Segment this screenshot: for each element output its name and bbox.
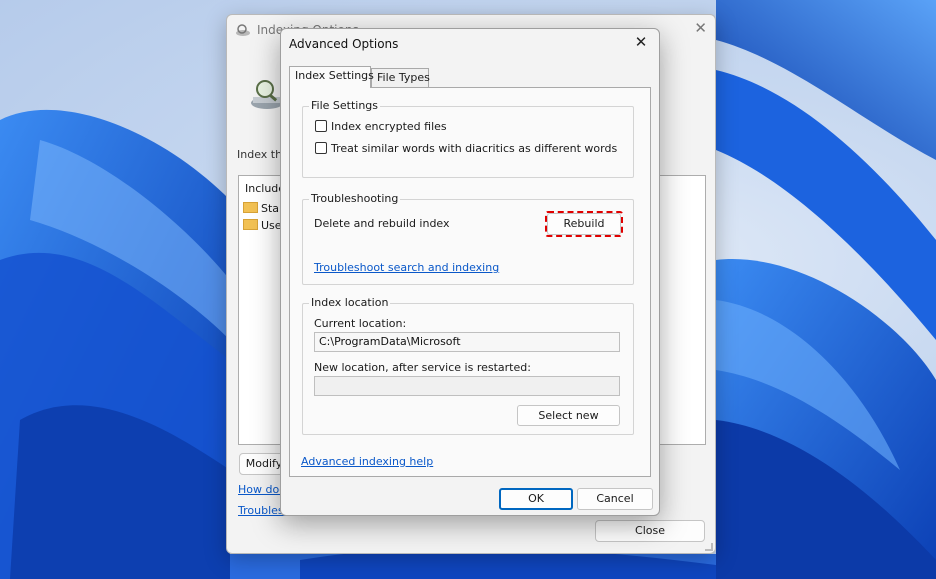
resize-grip[interactable] [705,543,713,551]
index-encrypted-files-checkbox[interactable] [315,120,327,132]
advanced-options-dialog: Advanced Options ✕ Index Settings File T… [280,28,660,516]
file-settings-group: File Settings Index encrypted files Trea… [302,99,634,178]
diacritics-option[interactable]: Treat similar words with diacritics as d… [315,142,617,155]
dialog-title: Advanced Options [289,37,399,51]
indexing-options-icon [236,24,250,36]
diacritics-checkbox[interactable] [315,142,327,154]
current-location-field[interactable]: C:\ProgramData\Microsoft [314,332,620,352]
folder-icon [243,219,258,230]
index-settings-panel: File Settings Index encrypted files Trea… [289,87,651,477]
index-encrypted-files-option[interactable]: Index encrypted files [315,120,447,133]
option-label: Index encrypted files [331,120,447,133]
tab-index-settings[interactable]: Index Settings [289,66,374,88]
new-location-field[interactable] [314,376,620,396]
current-location-label: Current location: [314,317,407,330]
close-button[interactable]: Close [595,520,705,542]
index-location-label: Index location [309,296,391,309]
tab-file-types[interactable]: File Types [371,68,430,88]
close-icon[interactable]: ✕ [694,19,707,37]
select-new-button[interactable]: Select new [517,405,620,426]
file-settings-label: File Settings [309,99,381,112]
folder-icon [243,202,258,213]
troubleshoot-search-link[interactable]: Troubleshoot search and indexing [314,261,499,274]
ok-button[interactable]: OK [499,488,573,510]
delete-rebuild-label: Delete and rebuild index [314,217,450,230]
close-icon[interactable]: ✕ [631,32,651,52]
option-label: Treat similar words with diacritics as d… [331,142,618,155]
index-location-group: Index location Current location: C:\Prog… [302,296,634,435]
rebuild-button[interactable]: Rebuild [547,213,621,235]
cancel-button[interactable]: Cancel [577,488,653,510]
new-location-label: New location, after service is restarted… [314,361,531,374]
troubleshooting-label: Troubleshooting [309,192,401,205]
troubleshooting-group: Troubleshooting Delete and rebuild index… [302,192,634,285]
advanced-indexing-help-link[interactable]: Advanced indexing help [301,455,433,468]
